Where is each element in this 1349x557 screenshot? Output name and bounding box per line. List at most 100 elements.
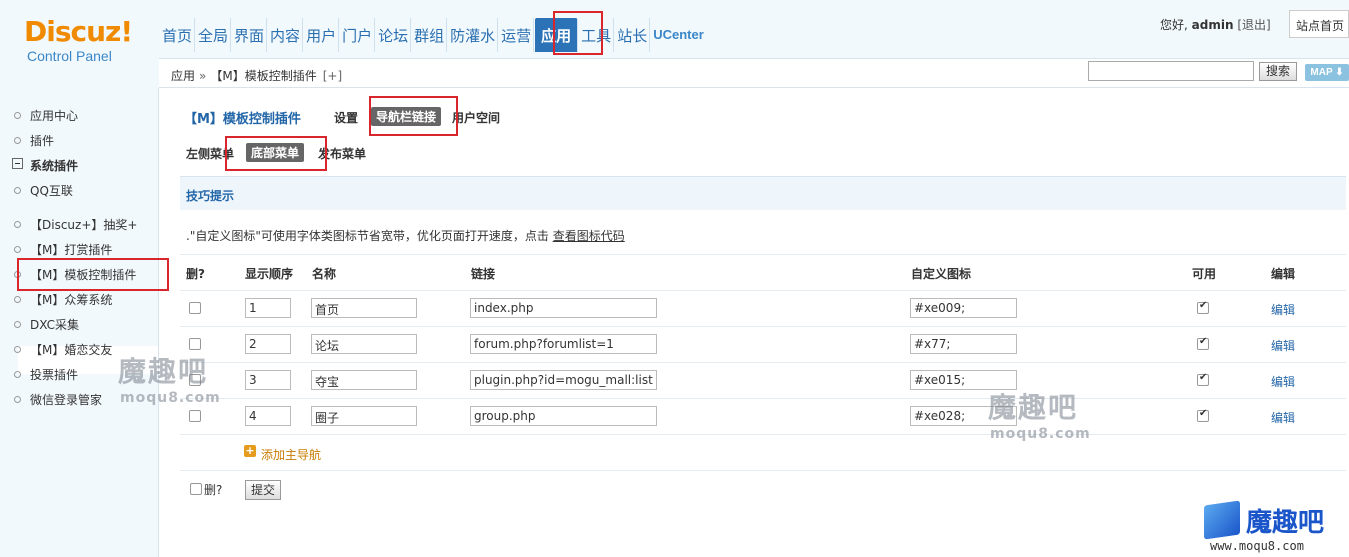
submit-button[interactable]: 提交: [245, 480, 281, 500]
name-input[interactable]: 论坛: [311, 334, 417, 354]
edit-link[interactable]: 编辑: [1271, 409, 1295, 426]
corner-watermark-sub: www.moqu8.com: [1210, 539, 1304, 553]
row-delete-checkbox[interactable]: [189, 302, 201, 314]
row-delete-checkbox[interactable]: [189, 410, 201, 422]
edit-link[interactable]: 编辑: [1271, 337, 1295, 354]
tips-title: 技巧提示: [186, 189, 235, 203]
nav-forum[interactable]: 论坛: [376, 18, 412, 52]
breadcrumb-add[interactable]: [+]: [323, 69, 342, 83]
enabled-checkbox[interactable]: [1197, 408, 1209, 422]
divider: [180, 470, 1346, 471]
nav-content[interactable]: 内容: [268, 18, 304, 52]
name-input[interactable]: 圈子: [311, 406, 417, 426]
col-name: 名称: [312, 267, 337, 281]
corner-watermark-main: 魔趣吧: [1246, 508, 1325, 538]
enabled-checkbox[interactable]: [1197, 336, 1209, 350]
enabled-checkbox[interactable]: [1197, 300, 1209, 314]
col-edit: 编辑: [1271, 267, 1296, 281]
name-input[interactable]: 夺宝: [311, 370, 417, 390]
breadcrumb-current: 【M】模板控制插件: [210, 69, 317, 83]
breadcrumb-root[interactable]: 应用: [171, 69, 195, 83]
sidebar-item-plugins[interactable]: 插件: [13, 132, 54, 149]
sidebar-item-vote[interactable]: 投票插件: [13, 366, 78, 383]
main-content: 【M】模板控制插件 设置 导航栏链接 用户空间 左侧菜单 底部菜单 发布菜单 技…: [160, 89, 1349, 557]
discuz-logo[interactable]: Discuz! Control Panel: [24, 15, 134, 65]
sidebar-item-template-control[interactable]: 【M】模板控制插件: [13, 266, 136, 283]
sidebar-group-system-plugins[interactable]: 系统插件: [30, 157, 78, 174]
plugin-title: 【M】模板控制插件: [184, 112, 301, 127]
sidebar-item-dxc[interactable]: DXC采集: [14, 316, 79, 333]
collapse-icon[interactable]: [12, 158, 23, 169]
bottom-delete-checkbox[interactable]: [190, 483, 202, 495]
divider: [180, 254, 1346, 255]
name-input[interactable]: 首页: [311, 298, 417, 318]
row-delete-checkbox[interactable]: [189, 338, 201, 350]
icon-input[interactable]: #xe028;: [910, 406, 1017, 426]
sidebar-item-dating[interactable]: 【M】婚恋交友: [13, 341, 112, 358]
nav-user[interactable]: 用户: [304, 18, 340, 52]
divider: [180, 362, 1346, 363]
breadcrumb: 应用 » 【M】模板控制插件 [+]: [171, 67, 342, 84]
view-icon-code-link[interactable]: 查看图标代码: [553, 229, 625, 243]
logout-link[interactable]: [退出]: [1237, 18, 1270, 32]
nav-style[interactable]: 界面: [232, 18, 268, 52]
nav-group[interactable]: 群组: [412, 18, 448, 52]
edit-link[interactable]: 编辑: [1271, 301, 1295, 318]
tab-nav-links[interactable]: 导航栏链接: [371, 107, 442, 126]
sidebar-item-crowdfunding[interactable]: 【M】众筹系统: [13, 291, 112, 308]
link-input[interactable]: index.php: [470, 298, 657, 318]
plus-icon[interactable]: +: [244, 445, 256, 457]
map-button[interactable]: MAP ⬇: [1305, 64, 1349, 81]
nav-operation[interactable]: 运营: [499, 18, 535, 52]
site-home-select[interactable]: 站点首页: [1289, 10, 1349, 38]
nav-global[interactable]: 全局: [196, 18, 232, 52]
username: admin: [1191, 18, 1234, 32]
tips-bar: 技巧提示: [180, 176, 1346, 210]
sidebar-item-app-center[interactable]: 应用中心: [13, 107, 78, 124]
nav-tools[interactable]: 工具: [579, 18, 615, 52]
subtab-publish-menu[interactable]: 发布菜单: [318, 145, 366, 162]
sidebar-item-lottery[interactable]: 【Discuz+】抽奖+: [13, 216, 137, 233]
link-input[interactable]: group.php: [470, 406, 657, 426]
link-input[interactable]: plugin.php?id=mogu_mall:list: [470, 370, 657, 390]
tip-text: ."自定义图标"可使用字体类图标节省宽带，优化页面打开速度，点击 查看图标代码: [186, 227, 625, 244]
logo-main: Discuz!: [24, 15, 133, 48]
search-input[interactable]: [1088, 61, 1254, 81]
order-input[interactable]: 1: [245, 298, 291, 318]
add-main-nav-link[interactable]: 添加主导航: [261, 446, 321, 463]
nav-home[interactable]: 首页: [160, 18, 196, 52]
search-button[interactable]: 搜索: [1259, 62, 1297, 81]
nav-founder[interactable]: 站长: [615, 18, 651, 52]
nav-apps[interactable]: 应用: [535, 18, 579, 52]
col-del: 删?: [186, 267, 205, 281]
order-input[interactable]: 3: [245, 370, 291, 390]
subtab-bottom-menu[interactable]: 底部菜单: [246, 143, 305, 162]
nav-antispam[interactable]: 防灌水: [448, 18, 499, 52]
col-link: 链接: [471, 267, 496, 281]
tip-text-body: ."自定义图标"可使用字体类图标节省宽带，优化页面打开速度，点击: [186, 229, 549, 243]
sidebar-item-qq-connect[interactable]: QQ互联: [14, 182, 73, 199]
icon-input[interactable]: #x77;: [910, 334, 1017, 354]
divider: [180, 398, 1346, 399]
breadcrumb-sep: »: [199, 69, 207, 83]
subtab-left-menu[interactable]: 左侧菜单: [186, 145, 234, 162]
row-delete-checkbox[interactable]: [189, 374, 201, 386]
icon-input[interactable]: #xe009;: [910, 298, 1017, 318]
col-order: 显示顺序: [245, 267, 294, 281]
icon-input[interactable]: #xe015;: [910, 370, 1017, 390]
sub-bar: 应用 » 【M】模板控制插件 [+] 搜索 MAP ⬇: [159, 58, 1349, 88]
sidebar-item-wechat-login[interactable]: 微信登录管家: [13, 391, 102, 408]
sidebar-item-reward[interactable]: 【M】打赏插件: [13, 241, 112, 258]
nav-portal[interactable]: 门户: [340, 18, 376, 52]
order-input[interactable]: 4: [245, 406, 291, 426]
edit-link[interactable]: 编辑: [1271, 373, 1295, 390]
enabled-checkbox[interactable]: [1197, 372, 1209, 386]
tab-user-space[interactable]: 用户空间: [452, 109, 500, 126]
order-input[interactable]: 2: [245, 334, 291, 354]
link-input[interactable]: forum.php?forumlist=1: [470, 334, 657, 354]
moqu-cube-logo-icon: [1204, 500, 1240, 540]
user-bar: 您好, admin [退出]: [1160, 16, 1271, 33]
nav-ucenter[interactable]: UCenter: [651, 18, 706, 52]
divider: [180, 326, 1346, 327]
tab-settings[interactable]: 设置: [334, 109, 358, 126]
